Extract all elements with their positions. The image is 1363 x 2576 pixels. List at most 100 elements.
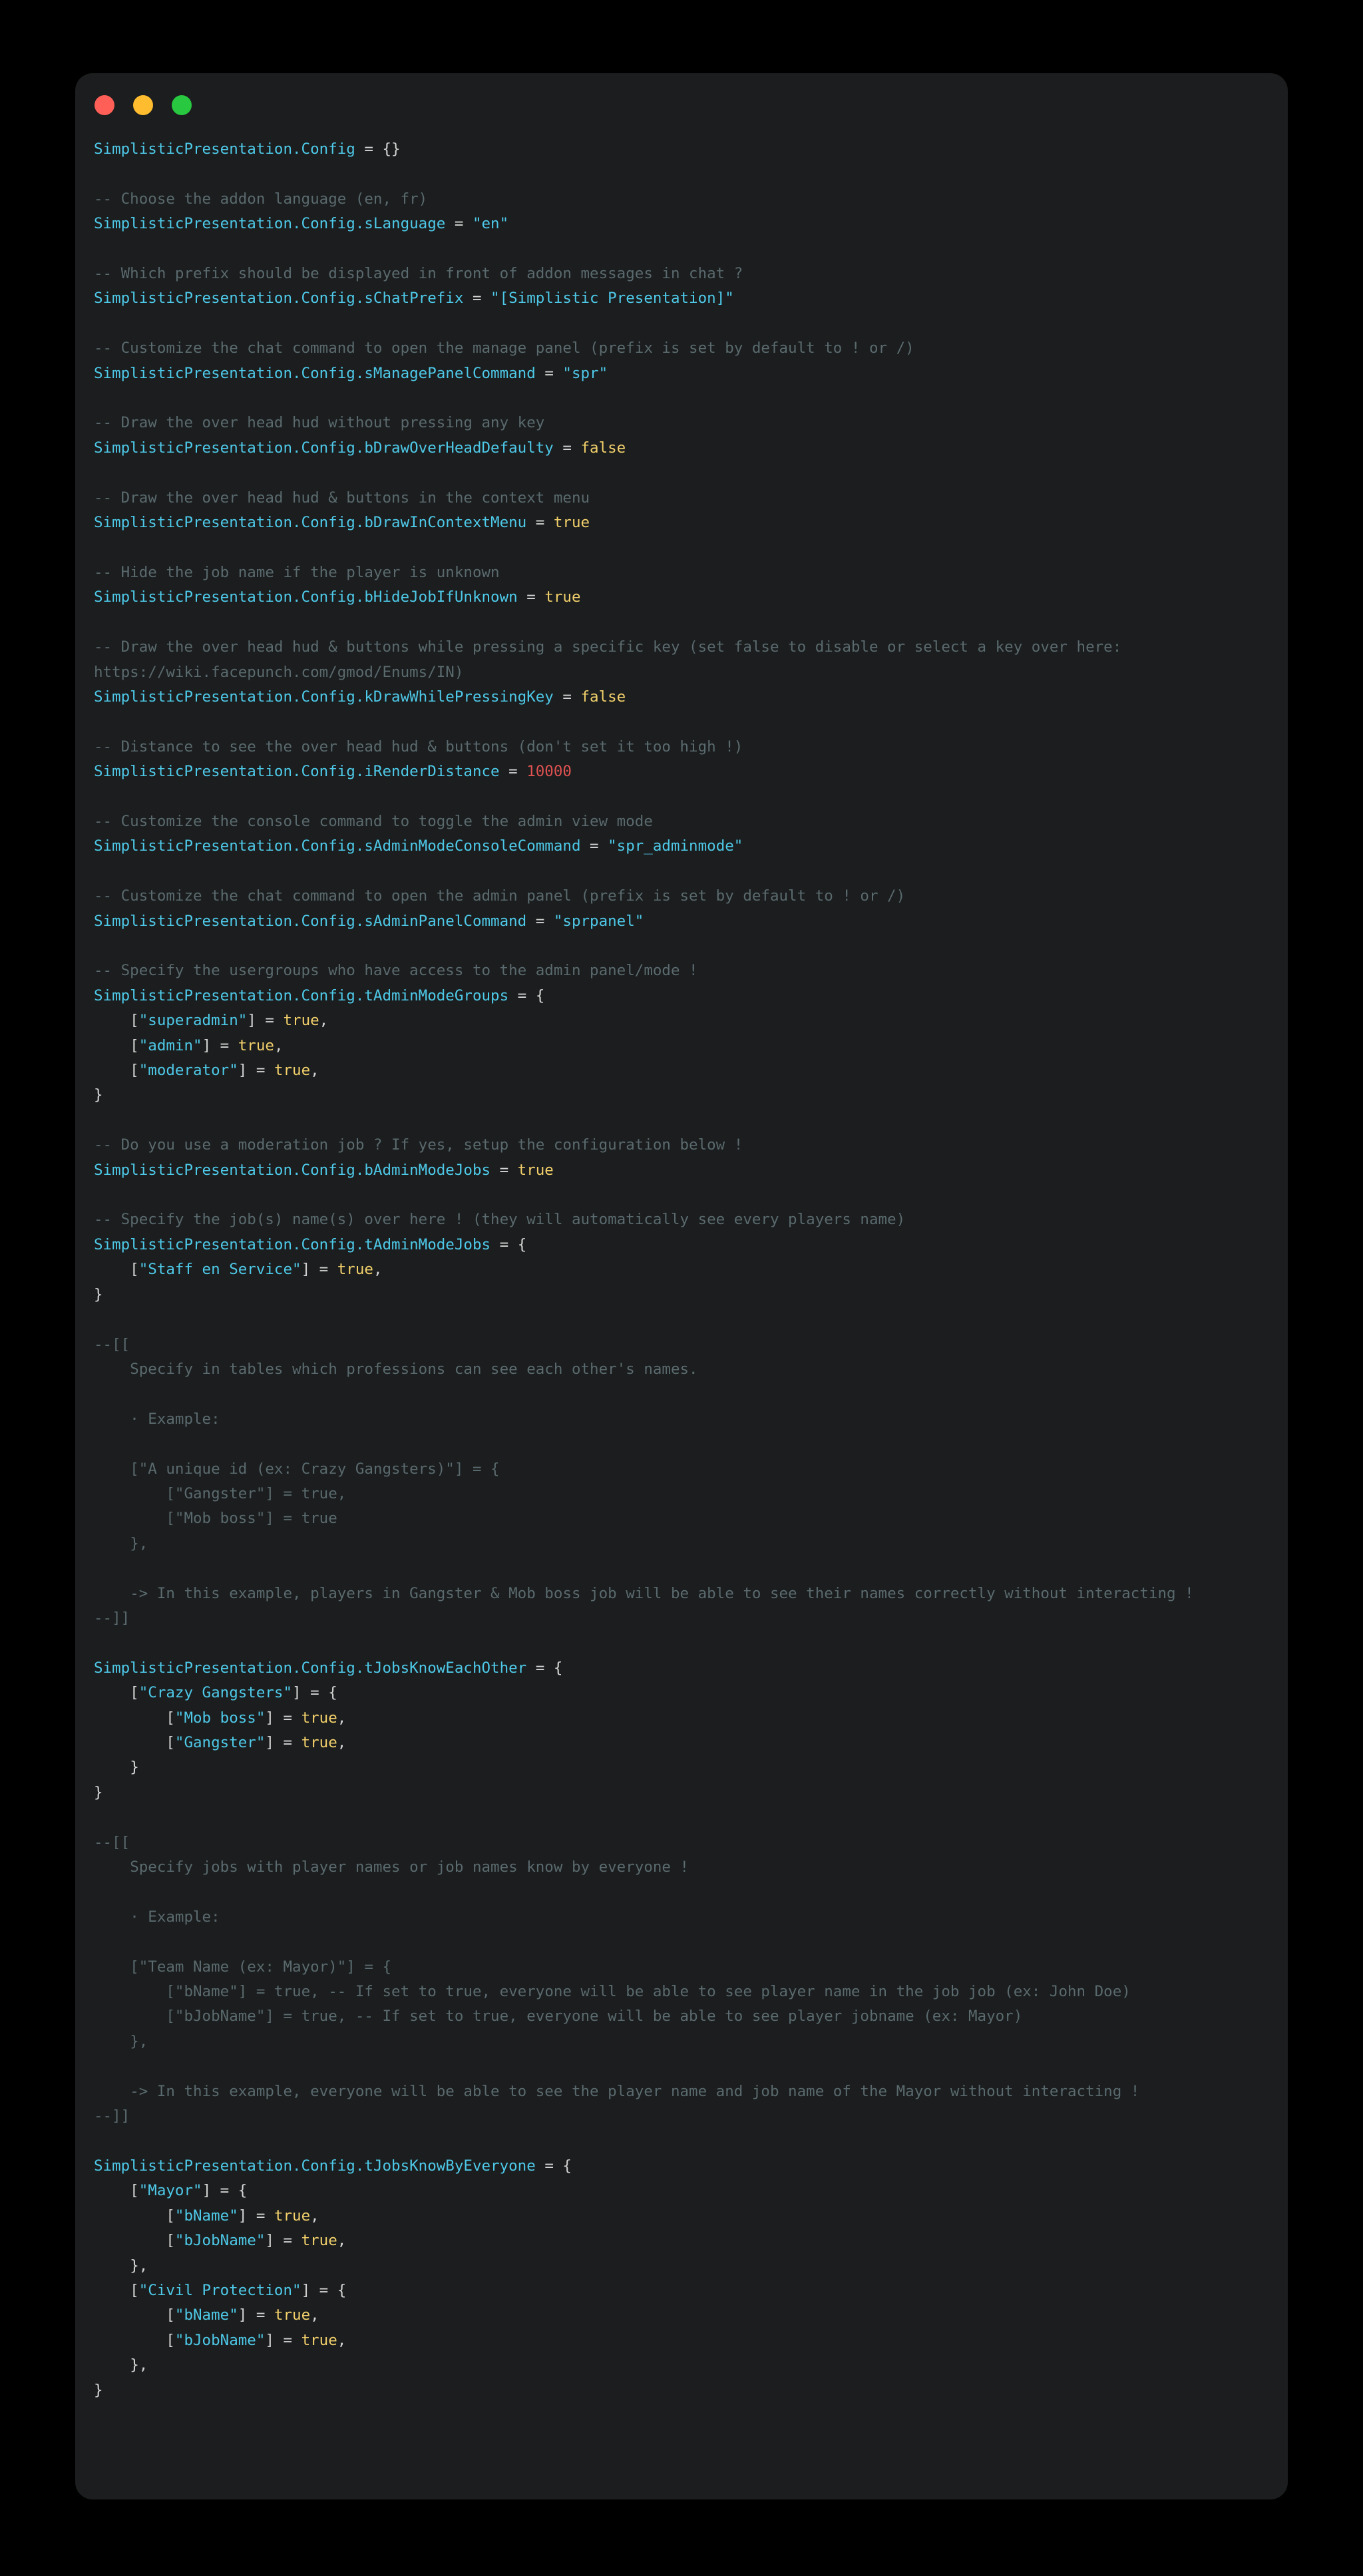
code-token-punct: [ [130,2281,139,2299]
code-token-punct: [ [166,1734,175,1751]
code-token-punct: [ [166,2331,175,2349]
code-token-str: "Mob boss" [174,1709,266,1727]
code-token-ident: SimplisticPresentation.Config [94,140,355,158]
code-token-punct: } [130,1759,139,1777]
code-token-op: = [283,2331,293,2349]
code-token-ident: SimplisticPresentation.Config.sLanguage [94,215,446,233]
code-token-bool: true [301,1709,337,1727]
code-token-bool: true [301,2331,337,2349]
code-token-comment: --]] [94,2107,130,2125]
close-button[interactable] [95,95,114,115]
code-token-punct: ] [238,1062,248,1080]
code-token-ident: SimplisticPresentation.Config.tAdminMode… [94,1235,491,1253]
code-token-str: "bJobName" [174,2331,266,2349]
code-token-punct: { [517,1235,527,1253]
code-token-punct: ] [202,2182,212,2200]
code-token-bool: true [274,2306,311,2324]
code-token-comment: }, [94,1534,148,1552]
code-token-bool: true [301,2232,337,2250]
code-token-punct: { [328,1684,337,1702]
code-token-punct: } [94,1285,103,1303]
code-token-op: = [283,1734,293,1751]
code-token-bool: false [580,439,626,457]
code-token-ident: SimplisticPresentation.Config.bHideJobIf… [94,588,518,606]
code-token-comment: -- Draw the over head hud & buttons in t… [94,489,590,507]
code-token-punct: , [337,2331,347,2349]
code-token-op: = [535,514,545,532]
code-token-op: = [256,2306,266,2324]
code-token-op: = [535,912,545,930]
code-token-comment: ["A unique id (ex: Crazy Gangsters)"] = … [94,1460,500,1478]
maximize-button[interactable] [172,95,192,115]
code-token-str: "admin" [138,1036,202,1054]
code-token-comment: Specify jobs with player names or job na… [94,1858,689,1876]
code-token-ident: SimplisticPresentation.Config.bDrawOverH… [94,439,554,457]
code-token-ident: SimplisticPresentation.Config.tJobsKnowB… [94,2157,536,2175]
code-token-punct: } [94,1783,103,1801]
code-token-punct: }, [130,2356,148,2374]
code-token-comment: -- Specify the job(s) name(s) over here … [94,1211,906,1229]
code-token-comment: · Example: [94,1908,220,1926]
code-token-punct: ] [292,1684,301,1702]
code-token-bool: true [337,1261,373,1279]
code-token-punct: { [553,1659,563,1677]
code-token-op: = [283,2232,293,2250]
code-token-punct: , [337,1709,347,1727]
code-token-str: "spr_adminmode" [608,837,743,855]
code-token-str: "superadmin" [138,1012,248,1030]
lua-config-code[interactable]: SimplisticPresentation.Config = {} -- Ch… [94,137,1261,2403]
code-token-bool: true [274,2207,311,2225]
minimize-button[interactable] [133,95,153,115]
code-token-punct: [ [130,1036,139,1054]
code-token-ident: SimplisticPresentation.Config.iRenderDis… [94,763,500,781]
code-token-ident: SimplisticPresentation.Config.kDrawWhile… [94,688,554,706]
code-token-op: = [256,1062,266,1080]
code-token-punct: ] [301,2281,311,2299]
code-token-comment: -- Which prefix should be displayed in f… [94,265,743,283]
code-token-op: = [454,215,464,233]
code-token-op: = [283,1709,293,1727]
code-token-str: "moderator" [138,1062,238,1080]
code-token-punct: { [535,986,545,1004]
code-token-op: = [535,1659,545,1677]
code-token-comment: -- Draw the over head hud & buttons whil… [94,638,1131,681]
code-token-comment: · Example: [94,1410,220,1428]
code-token-comment: -> In this example, everyone will be abl… [94,2082,1140,2100]
code-token-bool: true [283,1012,319,1030]
code-token-punct: , [373,1261,383,1279]
code-token-op: = [562,688,572,706]
code-token-comment: Specify in tables which professions can … [94,1360,698,1378]
code-token-ident: SimplisticPresentation.Config.tJobsKnowE… [94,1659,527,1677]
code-token-op: = [544,364,554,382]
code-body: SimplisticPresentation.Config = {} -- Ch… [75,137,1288,2443]
code-token-ident: SimplisticPresentation.Config.sAdminMode… [94,837,581,855]
code-token-ident: SimplisticPresentation.Config.tAdminMode… [94,986,509,1004]
code-token-comment: -- Distance to see the over head hud & b… [94,738,743,755]
code-token-str: "sprpanel" [553,912,644,930]
